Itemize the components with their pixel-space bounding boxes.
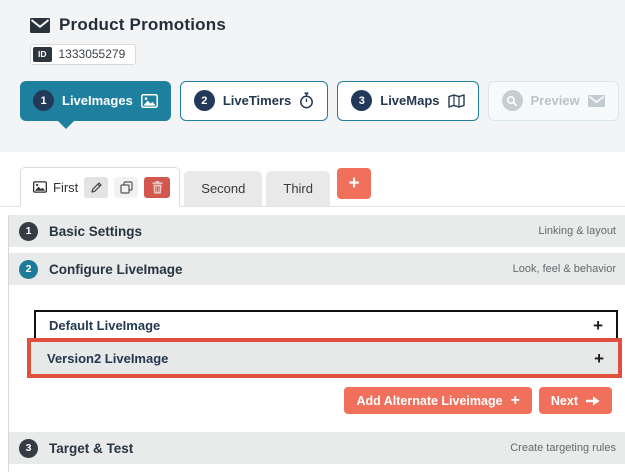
plus-icon: + [511,393,520,409]
product-promotions-app: Product Promotions ID 1333055279 1 LiveI… [0,0,625,472]
default-liveimage-row[interactable]: Default LiveImage + [34,310,618,338]
section-3-hint: Create targeting rules [510,442,616,454]
step-livetimers[interactable]: 2 LiveTimers [180,81,328,121]
top-header: Product Promotions ID 1333055279 1 LiveI… [0,0,625,152]
panel-actions: Add Alternate Liveimage + Next [34,387,618,414]
tab-first-label: First [53,180,78,195]
step-1-number: 1 [33,90,54,111]
page-title: Product Promotions [59,15,226,35]
highlight-annotation: Version2 LiveImage + [27,338,622,378]
section-1-title: Basic Settings [49,224,142,239]
section-2-number: 2 [19,260,38,279]
version2-liveimage-label: Version2 LiveImage [47,351,168,366]
next-label: Next [551,394,578,408]
section-2-hint: Look, feel & behavior [513,263,616,275]
step-3-number: 3 [351,90,372,111]
id-label: ID [33,47,52,62]
title-row: Product Promotions [30,15,625,35]
add-alternate-liveimage-button[interactable]: Add Alternate Liveimage + [344,387,531,414]
step-4-label: Preview [531,93,580,108]
section-3-number: 3 [19,439,38,458]
version2-liveimage-row[interactable]: Version2 LiveImage + [31,342,618,374]
map-icon [448,94,465,108]
step-2-label: LiveTimers [223,93,291,108]
step-livemaps[interactable]: 3 LiveMaps [337,81,478,121]
promotion-id-badge: ID 1333055279 [30,44,136,65]
add-alternate-label: Add Alternate Liveimage [356,394,502,408]
plus-icon: + [348,174,359,193]
delete-tab-button[interactable] [144,177,170,198]
tab-third[interactable]: Third [266,171,330,206]
pencil-icon [90,181,103,194]
expand-plus-icon[interactable]: + [593,317,603,334]
section-3-title: Target & Test [49,441,133,456]
image-icon [33,181,47,193]
tab-second-label: Second [201,181,245,196]
stopwatch-icon [299,92,314,109]
step-3-label: LiveMaps [380,93,439,108]
envelope-icon [588,95,605,107]
tab-third-label: Third [283,181,313,196]
section-2-title: Configure LiveImage [49,262,183,277]
magnifier-icon [502,90,523,111]
section-1-hint: Linking & layout [538,225,616,237]
variant-tab-bar: First Second Third + [0,152,625,207]
envelope-icon [30,18,50,33]
copy-icon [120,181,133,194]
step-2-number: 2 [194,90,215,111]
section-1-number: 1 [19,222,38,241]
step-liveimages[interactable]: 1 LiveImages [20,81,171,121]
section-target-test[interactable]: 3 Target & Test Create targeting rules [9,432,625,464]
step-preview: Preview [488,81,619,121]
step-nav: 1 LiveImages 2 LiveTimers 3 LiveMaps Pre… [20,81,625,121]
settings-sections: 1 Basic Settings Linking & layout 2 Conf… [8,215,625,472]
next-button[interactable]: Next [539,387,612,414]
id-value: 1333055279 [52,47,134,61]
duplicate-tab-button[interactable] [114,177,138,198]
image-icon [141,94,158,108]
next-arrow-icon [586,396,600,406]
section-configure-liveimage[interactable]: 2 Configure LiveImage Look, feel & behav… [9,253,625,285]
tab-second[interactable]: Second [184,171,262,206]
add-tab-button[interactable]: + [337,168,371,199]
expand-plus-icon[interactable]: + [594,350,604,367]
default-liveimage-label: Default LiveImage [49,318,160,333]
trash-icon [152,181,163,194]
tab-first[interactable]: First [20,167,180,207]
step-1-label: LiveImages [62,93,133,108]
section-basic-settings[interactable]: 1 Basic Settings Linking & layout [9,215,625,247]
edit-tab-button[interactable] [84,177,108,198]
configure-liveimage-panel: Default LiveImage + Version2 LiveImage +… [9,285,625,425]
